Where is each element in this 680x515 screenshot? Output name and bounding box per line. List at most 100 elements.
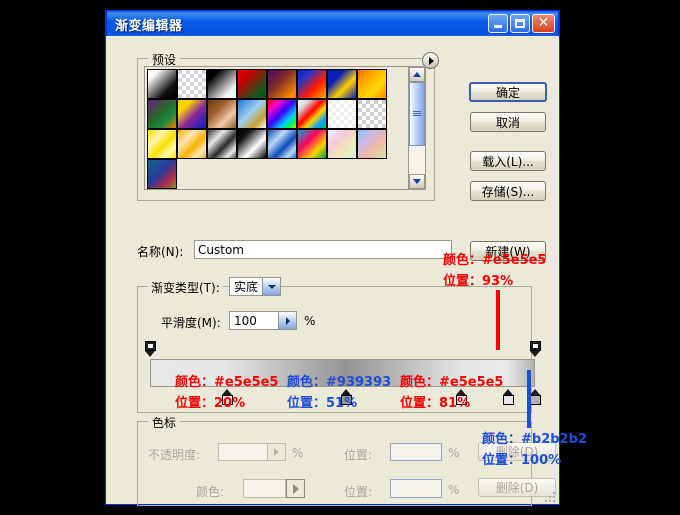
preset-scrollbar[interactable] bbox=[408, 67, 425, 189]
smoothness-percent-label: % bbox=[304, 314, 316, 328]
close-icon: ✕ bbox=[537, 15, 550, 31]
opacity-stop-marker[interactable] bbox=[529, 341, 541, 357]
load-button[interactable]: 载入(L)... bbox=[470, 151, 546, 171]
preset-swatch[interactable] bbox=[177, 69, 207, 99]
scrollbar-track[interactable] bbox=[409, 146, 425, 174]
preset-swatch[interactable] bbox=[147, 69, 177, 99]
smoothness-value: 100 bbox=[234, 313, 257, 328]
opacity-input[interactable] bbox=[218, 443, 286, 461]
opacity-stop-head bbox=[529, 341, 541, 351]
gradient-type-select[interactable]: 实底 bbox=[229, 277, 281, 296]
scroll-down-button[interactable] bbox=[409, 174, 425, 189]
annotation-color-93: 颜色：#e5e5e5 bbox=[443, 253, 547, 268]
preset-swatch[interactable] bbox=[237, 99, 267, 129]
preset-swatch[interactable] bbox=[297, 129, 327, 159]
chevron-right-icon bbox=[292, 483, 299, 494]
annotation-position-100: 位置：100% bbox=[482, 453, 562, 468]
minimize-button[interactable] bbox=[488, 14, 508, 33]
color-stop-head bbox=[502, 395, 514, 405]
annotation-leader-100 bbox=[527, 370, 531, 428]
chevron-down-icon bbox=[267, 284, 276, 289]
scrollbar-thumb[interactable] bbox=[409, 82, 425, 146]
preset-swatch[interactable] bbox=[207, 129, 237, 159]
annotation-position-81: 位置：81% bbox=[400, 396, 471, 411]
opacity-position-input[interactable] bbox=[390, 443, 442, 461]
opacity-stepper-button[interactable] bbox=[267, 444, 285, 460]
color-position-percent-label: % bbox=[448, 483, 460, 497]
color-label: 颜色: bbox=[196, 485, 225, 499]
annotation-position-93: 位置：93% bbox=[443, 274, 514, 289]
opacity-stop-head bbox=[144, 341, 156, 351]
preset-swatch[interactable] bbox=[147, 159, 177, 189]
maximize-icon bbox=[515, 19, 525, 28]
chevron-right-icon bbox=[285, 316, 290, 325]
ok-button[interactable]: 确定 bbox=[469, 82, 547, 102]
minimize-icon bbox=[494, 25, 502, 28]
preset-swatch[interactable] bbox=[237, 69, 267, 99]
opacity-position-percent-label: % bbox=[448, 446, 460, 460]
preset-swatch[interactable] bbox=[267, 99, 297, 129]
annotation-position-51: 位置：51% bbox=[287, 396, 358, 411]
annotation-color-81: 颜色：#e5e5e5 bbox=[400, 375, 504, 390]
preset-swatch[interactable] bbox=[147, 99, 177, 129]
preset-swatch[interactable] bbox=[357, 99, 387, 129]
preset-swatch[interactable] bbox=[357, 69, 387, 99]
color-stop-marker[interactable] bbox=[502, 389, 514, 405]
preset-swatch[interactable] bbox=[327, 129, 357, 159]
preset-swatch[interactable] bbox=[357, 129, 387, 159]
annotation-color-100: 颜色：#b2b2b2 bbox=[482, 432, 587, 447]
opacity-stop-marker[interactable] bbox=[144, 341, 156, 357]
preset-swatch[interactable] bbox=[267, 129, 297, 159]
opacity-position-label: 位置: bbox=[344, 448, 373, 462]
scroll-up-button[interactable] bbox=[409, 67, 425, 82]
annotation-color-20: 颜色：#e5e5e5 bbox=[175, 375, 279, 390]
preset-swatch[interactable] bbox=[327, 69, 357, 99]
window-title: 渐变编辑器 bbox=[115, 18, 183, 34]
scroll-down-arrow-icon bbox=[413, 179, 421, 184]
color-picker-button[interactable] bbox=[286, 479, 305, 498]
preset-swatch[interactable] bbox=[327, 99, 357, 129]
close-button[interactable]: ✕ bbox=[532, 14, 555, 33]
smoothness-dropdown-button[interactable] bbox=[278, 312, 296, 329]
preset-swatch[interactable] bbox=[237, 129, 267, 159]
preset-swatch[interactable] bbox=[297, 69, 327, 99]
preset-swatch-area bbox=[145, 67, 408, 189]
chevron-right-icon bbox=[274, 448, 279, 456]
scroll-up-arrow-icon bbox=[413, 72, 421, 77]
preset-swatch-list[interactable] bbox=[144, 66, 426, 190]
annotation-leader-93 bbox=[496, 290, 500, 350]
opacity-stop-point bbox=[144, 351, 155, 357]
color-position-input[interactable] bbox=[390, 479, 442, 498]
gradient-type-dropdown-button[interactable] bbox=[262, 278, 280, 295]
scrollbar-grip-icon bbox=[413, 111, 421, 117]
color-stop-head bbox=[529, 395, 541, 405]
opacity-percent-label: % bbox=[292, 446, 304, 460]
smoothness-label: 平滑度(M): bbox=[161, 316, 221, 330]
gradient-type-value: 实底 bbox=[234, 280, 259, 294]
smoothness-input[interactable]: 100 bbox=[229, 311, 297, 330]
opacity-stop-point bbox=[529, 351, 540, 357]
cancel-button[interactable]: 取消 bbox=[470, 112, 546, 132]
title-bar[interactable]: 渐变编辑器 ✕ bbox=[106, 10, 559, 37]
color-stops-group-label: 色标 bbox=[148, 414, 181, 431]
name-input[interactable] bbox=[194, 240, 452, 259]
preset-swatch[interactable] bbox=[207, 69, 237, 99]
color-stop-marker[interactable] bbox=[529, 389, 541, 405]
preset-swatch[interactable] bbox=[177, 99, 207, 129]
color-swatch-field[interactable] bbox=[243, 479, 286, 498]
annotation-position-20: 位置：20% bbox=[175, 396, 246, 411]
name-label: 名称(N): bbox=[137, 245, 184, 259]
maximize-button[interactable] bbox=[510, 14, 530, 33]
preset-swatch[interactable] bbox=[297, 99, 327, 129]
preset-swatch[interactable] bbox=[267, 69, 297, 99]
preset-swatch[interactable] bbox=[207, 99, 237, 129]
color-position-label: 位置: bbox=[344, 485, 373, 499]
resize-grip-icon[interactable] bbox=[545, 490, 557, 502]
opacity-label: 不透明度: bbox=[148, 448, 201, 462]
annotation-color-51: 颜色：#939393 bbox=[287, 375, 392, 390]
save-button[interactable]: 存储(S)... bbox=[470, 181, 546, 201]
preset-swatch[interactable] bbox=[147, 129, 177, 159]
gradient-type-label: 渐变类型(T): bbox=[148, 279, 223, 296]
window-controls: ✕ bbox=[488, 14, 555, 33]
preset-swatch[interactable] bbox=[177, 129, 207, 159]
